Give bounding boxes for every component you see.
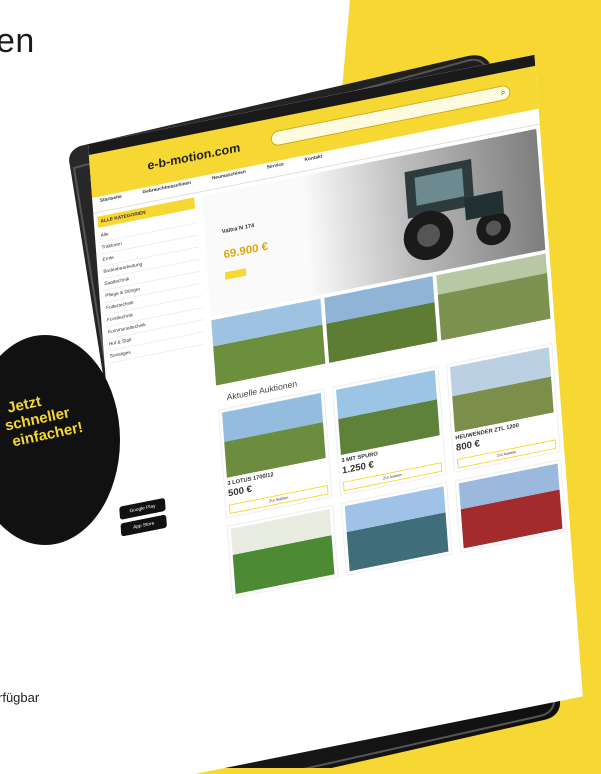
headline-text: en <box>0 22 35 60</box>
auction-grid: 3 LOTUS 1700/12 500 € Zur Auktion 3 MIT … <box>217 342 567 599</box>
card-image <box>230 509 335 595</box>
card-image <box>458 463 563 549</box>
search-icon[interactable]: ⌕ <box>500 87 506 98</box>
hero-button[interactable] <box>224 268 247 280</box>
auction-card[interactable]: 3 MIT SPURO 1.250 € Zur Auktion <box>331 365 447 496</box>
promo-scene: en e-b-motion.com ⌕ Startseite Gebraucht… <box>0 0 601 774</box>
nav-item[interactable]: Kontakt <box>304 154 323 169</box>
nav-item[interactable]: Startseite <box>100 194 122 209</box>
tractor-image <box>403 158 511 261</box>
site-logo[interactable]: e-b-motion.com <box>147 140 241 172</box>
auction-card[interactable] <box>226 504 339 599</box>
hero-price: 69.900 € <box>223 239 269 262</box>
nav-item[interactable]: Service <box>267 162 285 177</box>
card-image <box>344 486 449 572</box>
footnote-text: rfügbar <box>0 690 40 705</box>
auction-card[interactable] <box>454 459 567 553</box>
tablet-screen: e-b-motion.com ⌕ Startseite Gebrauchtmas… <box>88 54 583 774</box>
auction-card[interactable] <box>340 481 453 576</box>
main-content: Valtra N 174 69.900 € Aktuelle Auktionen… <box>198 124 571 603</box>
auction-card[interactable]: HEUWENDER ZTL 1200 800 € Zur Auktion <box>445 342 561 473</box>
auction-card[interactable]: 3 LOTUS 1700/12 500 € Zur Auktion <box>217 388 333 519</box>
hero-title: Valtra N 174 <box>221 223 255 236</box>
